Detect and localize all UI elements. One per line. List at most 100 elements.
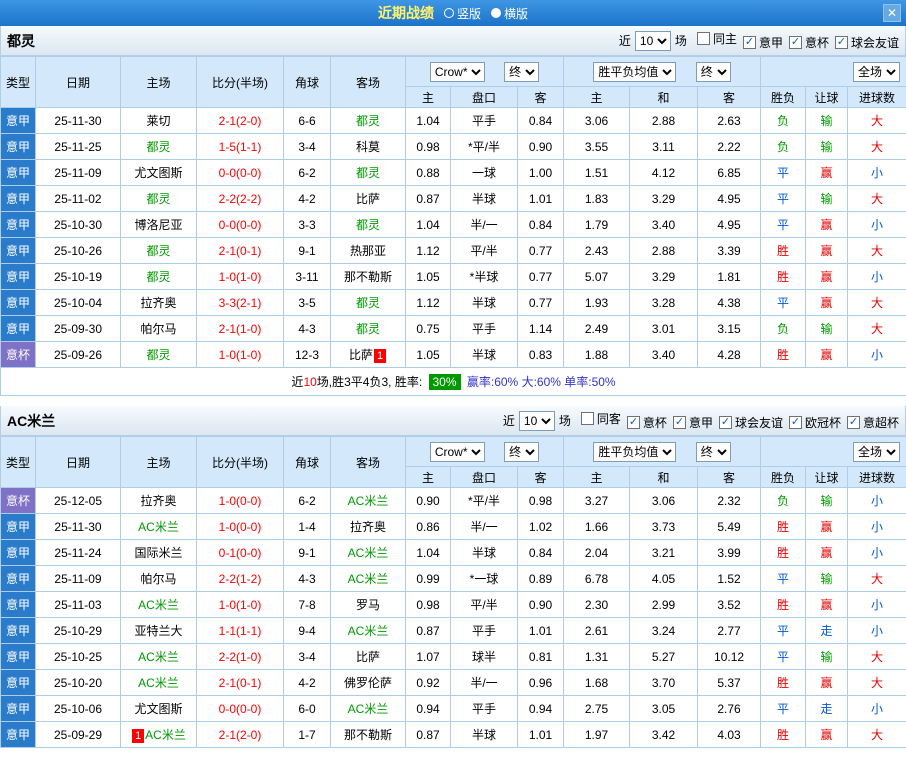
avg-away: 2.22: [698, 134, 761, 160]
filter-checkbox[interactable]: ✓意杯: [627, 414, 667, 431]
home-odds: 1.05: [406, 264, 451, 290]
mode-vertical[interactable]: 竖版: [444, 5, 481, 22]
competition-type: 意杯: [1, 488, 36, 514]
checkbox-box-icon[interactable]: ✓: [835, 36, 848, 49]
filter-checkbox[interactable]: ✓意甲: [673, 414, 713, 431]
avg-odds-select[interactable]: 胜平负均值: [593, 62, 676, 82]
final-avg-select[interactable]: 终: [696, 442, 731, 462]
avg-away: 2.77: [698, 618, 761, 644]
match-date: 25-11-02: [36, 186, 121, 212]
result-goals: 大: [848, 644, 906, 670]
match-row: 意甲25-11-03AC米兰1-0(1-0)7-8罗马0.98平/半0.902.…: [1, 592, 906, 618]
checkbox-box-icon[interactable]: ✓: [789, 416, 802, 429]
match-count-select[interactable]: 10: [635, 31, 671, 51]
filter-checkbox[interactable]: ✓意超杯: [847, 414, 899, 431]
result-goals: 小: [848, 264, 906, 290]
result-handicap: 赢: [806, 540, 848, 566]
col-away: 客场: [331, 57, 406, 108]
avg-home: 3.27: [564, 488, 630, 514]
subcol-wdl: 胜负: [761, 87, 806, 108]
checkbox-box-icon[interactable]: [581, 412, 594, 425]
team-label: AC米兰: [348, 624, 389, 638]
avg-draw: 3.01: [630, 316, 698, 342]
avg-home: 3.55: [564, 134, 630, 160]
radio-icon-horizontal[interactable]: [491, 8, 501, 18]
checkbox-box-icon[interactable]: ✓: [743, 36, 756, 49]
handicap: 半球: [451, 342, 518, 368]
odds-source-select[interactable]: Crow*: [430, 442, 485, 462]
final-odds-select[interactable]: 终: [504, 62, 539, 82]
score: 0-1(0-0): [197, 540, 284, 566]
checkbox-box-icon[interactable]: ✓: [847, 416, 860, 429]
result-wdl: 平: [761, 290, 806, 316]
result-wdl: 平: [761, 160, 806, 186]
competition-type: 意甲: [1, 514, 36, 540]
result-goals: 大: [848, 722, 906, 748]
away-team: 热那亚: [331, 238, 406, 264]
home-odds: 1.04: [406, 540, 451, 566]
checkbox-box-icon[interactable]: ✓: [719, 416, 732, 429]
match-row: 意杯25-12-05拉齐奥1-0(0-0)6-2AC米兰0.90*平/半0.98…: [1, 488, 906, 514]
home-team: 博洛尼亚: [121, 212, 197, 238]
avg-draw: 3.24: [630, 618, 698, 644]
final-avg-select[interactable]: 终: [696, 62, 731, 82]
mode-horizontal[interactable]: 横版: [491, 5, 528, 22]
filter-checkbox[interactable]: ✓意杯: [789, 34, 829, 51]
avg-home: 2.04: [564, 540, 630, 566]
col-score: 比分(半场): [197, 437, 284, 488]
match-row: 意甲25-11-25都灵1-5(1-1)3-4科莫0.98*平/半0.903.5…: [1, 134, 906, 160]
avg-odds-select[interactable]: 胜平负均值: [593, 442, 676, 462]
radio-icon-vertical[interactable]: [444, 8, 454, 18]
odds-source-group: Crow* 终: [406, 437, 564, 467]
checkbox-box-icon[interactable]: [697, 32, 710, 45]
handicap: *一球: [451, 566, 518, 592]
checkbox-box-icon[interactable]: ✓: [789, 36, 802, 49]
filter-checkbox[interactable]: ✓意甲: [743, 34, 783, 51]
checkbox-box-icon[interactable]: ✓: [673, 416, 686, 429]
match-count-select[interactable]: 10: [519, 411, 555, 431]
match-row: 意杯25-09-26都灵1-0(1-0)12-3比萨11.05半球0.831.8…: [1, 342, 906, 368]
subcol-avg-draw: 和: [630, 467, 698, 488]
scope-select[interactable]: 全场: [853, 442, 900, 462]
result-goals: 小: [848, 618, 906, 644]
filter-checkbox[interactable]: ✓欧冠杯: [789, 414, 841, 431]
scope-select[interactable]: 全场: [853, 62, 900, 82]
away-team: 都灵: [331, 108, 406, 134]
team-label: AC米兰: [138, 598, 179, 612]
summary-part: 近: [291, 375, 303, 389]
home-odds: 0.87: [406, 722, 451, 748]
summary-row: 近10场,胜3平4负3, 胜率: 30% 赢率:60% 大:60% 单率:50%: [1, 368, 906, 396]
match-row: 意甲25-09-291AC米兰2-1(2-0)1-7那不勒斯0.87半球1.01…: [1, 722, 906, 748]
sections-host: 都灵 近 10 场 同主✓意甲✓意杯✓球会友谊 类型 日期 主场 比分(半场) …: [0, 26, 906, 758]
odds-source-select[interactable]: Crow*: [430, 62, 485, 82]
match-row: 意甲25-10-29亚特兰大1-1(1-1)9-4AC米兰0.87平手1.012…: [1, 618, 906, 644]
competition-type: 意甲: [1, 264, 36, 290]
filter-checkbox[interactable]: ✓球会友谊: [719, 414, 783, 431]
filter-checkbox[interactable]: ✓球会友谊: [835, 34, 899, 51]
match-row: 意甲25-11-02都灵2-2(2-2)4-2比萨0.87半球1.011.833…: [1, 186, 906, 212]
home-team: 莱切: [121, 108, 197, 134]
subcol-handicap-result: 让球: [806, 87, 848, 108]
competition-type: 意甲: [1, 618, 36, 644]
result-handicap: 输: [806, 644, 848, 670]
filter-checkbox[interactable]: 同客: [581, 410, 621, 427]
col-corner: 角球: [284, 57, 331, 108]
close-icon[interactable]: ✕: [883, 4, 901, 22]
avg-away: 3.39: [698, 238, 761, 264]
avg-draw: 2.88: [630, 238, 698, 264]
away-odds: 1.01: [518, 618, 564, 644]
match-date: 25-11-30: [36, 108, 121, 134]
checkbox-box-icon[interactable]: ✓: [627, 416, 640, 429]
result-handicap: 走: [806, 618, 848, 644]
col-type: 类型: [1, 57, 36, 108]
team-label: 比萨: [356, 650, 380, 664]
team-label: AC米兰: [138, 650, 179, 664]
avg-draw: 3.40: [630, 212, 698, 238]
result-handicap: 赢: [806, 160, 848, 186]
result-wdl: 胜: [761, 264, 806, 290]
filter-checkbox[interactable]: 同主: [697, 30, 737, 47]
subcol-handicap-result: 让球: [806, 467, 848, 488]
final-odds-select[interactable]: 终: [504, 442, 539, 462]
match-row: 意甲25-10-04拉齐奥3-3(2-1)3-5都灵1.12半球0.771.93…: [1, 290, 906, 316]
team-name: 都灵: [7, 31, 35, 51]
